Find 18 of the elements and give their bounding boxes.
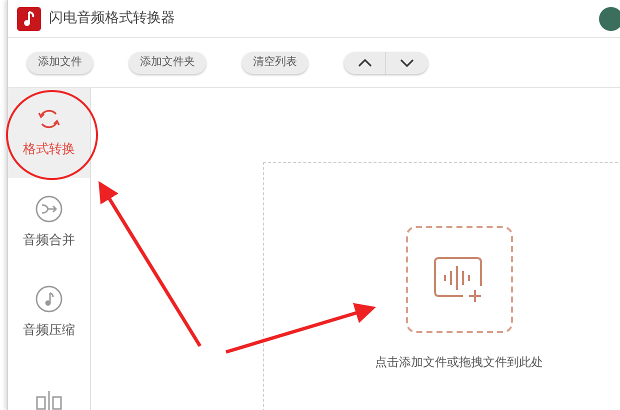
audio-add-icon [433,256,485,304]
window-title: 闪电音频格式转换器 [49,9,175,28]
toolbar-button[interactable]: 清空列表 [242,52,308,74]
sidebar-label: 音频压缩 [23,322,75,340]
avatar[interactable] [599,6,620,30]
music-note-icon [35,285,63,314]
music-note-logo-icon [17,6,41,30]
chevron-down-icon [400,58,414,66]
split-icon [35,390,63,410]
toolbar-button[interactable]: 添加文件 [27,52,93,74]
sidebar-item[interactable]: 格式转换 [8,88,90,178]
toolbar-button[interactable]: 添加文件夹 [129,52,206,74]
drop-area[interactable]: 点击添加文件或拖拽文件到此处 [263,162,620,410]
add-audio-box[interactable] [406,226,512,333]
drop-hint: 点击添加文件或拖拽文件到此处 [375,354,543,371]
chevron-up-icon [358,58,372,66]
sidebar-label: 音频合并 [23,232,75,250]
sidebar-label: 格式转换 [23,141,75,160]
